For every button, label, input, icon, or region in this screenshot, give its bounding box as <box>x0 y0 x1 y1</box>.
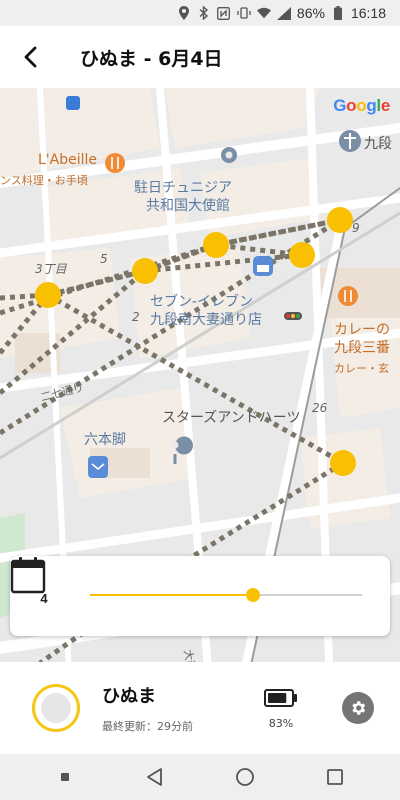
bluetooth-icon <box>197 6 211 20</box>
avatar-placeholder-icon <box>41 693 71 723</box>
settings-button[interactable] <box>342 692 374 724</box>
map-label-rokuhonmaki[interactable]: 六本脚 <box>84 432 126 449</box>
time-slider-fill <box>90 594 254 596</box>
device-last-updated: 最終更新：29分前 <box>102 720 193 733</box>
device-battery-percent: 83% <box>268 717 294 730</box>
google-logo: Google <box>333 96 390 115</box>
map-label-block5: 5 <box>100 252 108 266</box>
map-label-curry-line2[interactable]: 九段三番 <box>334 340 390 357</box>
back-arrow-icon <box>24 46 37 68</box>
system-nav-bar <box>0 754 400 800</box>
map-label-chome3: 3丁目 <box>35 262 67 276</box>
status-battery-percent: 86% <box>296 5 325 21</box>
status-bar: 86% 16:18 <box>0 0 400 26</box>
vibrate-icon <box>237 6 251 20</box>
device-panel: ひぬま 最終更新：29分前 83% <box>0 662 400 754</box>
page-title: ひぬま - 6月4日 <box>80 47 223 70</box>
recent-dot-button[interactable] <box>45 757 85 797</box>
calendar-icon[interactable] <box>10 556 46 594</box>
map-label-kudan[interactable]: 九段 <box>364 136 392 153</box>
calendar-day: 4 <box>40 591 48 606</box>
map-label-embassy-line2[interactable]: 共和国大使館 <box>146 198 230 215</box>
back-triangle-icon <box>147 768 162 786</box>
map-label-block2: 2 <box>132 310 140 324</box>
time-slider-thumb[interactable] <box>246 588 261 602</box>
location-icon <box>177 6 191 20</box>
signal-icon <box>276 6 291 20</box>
map-label-seven-line1[interactable]: セブン-イレブン <box>150 294 253 311</box>
recent-dot-icon <box>61 773 69 781</box>
time-slider[interactable] <box>90 588 362 602</box>
nav-home-button[interactable] <box>225 757 265 797</box>
map-label-block26: 26 <box>312 401 328 415</box>
map-label-abeille[interactable]: L'Abeille <box>38 152 97 169</box>
wifi-icon <box>256 6 271 20</box>
map-label-curry-line1[interactable]: カレーの <box>334 322 390 339</box>
map-label-embassy-line1[interactable]: 駐日チュニジア <box>134 180 232 197</box>
nfc-icon <box>217 6 231 20</box>
battery-icon <box>331 6 345 20</box>
status-time: 16:18 <box>350 5 386 21</box>
device-battery-fill <box>268 693 287 703</box>
timeline-card: 4 <box>10 556 390 636</box>
gear-icon <box>352 701 366 715</box>
device-battery-icon <box>264 689 297 707</box>
map-label-block9: 9 <box>352 221 360 235</box>
map-view[interactable]: Google L'Abeille ンス料理・お手頃 駐日チュニジア 共和国大使館… <box>0 88 400 693</box>
map-label-abeille-sub: ンス料理・お手頃 <box>0 174 88 187</box>
overview-square-icon <box>327 769 343 785</box>
nav-overview-button[interactable] <box>315 757 355 797</box>
nav-back-button[interactable] <box>135 757 175 797</box>
back-button[interactable] <box>0 26 60 88</box>
map-label-seven-line2[interactable]: 九段南大妻通り店 <box>150 312 262 329</box>
device-name: ひぬま <box>102 686 156 707</box>
device-avatar[interactable] <box>32 684 80 732</box>
map-label-stars[interactable]: スターズアンドハーツ <box>162 410 300 427</box>
home-circle-icon <box>236 768 254 786</box>
app-bar: ひぬま - 6月4日 <box>0 26 400 88</box>
map-label-curry-line3: カレー・玄 <box>334 362 389 375</box>
